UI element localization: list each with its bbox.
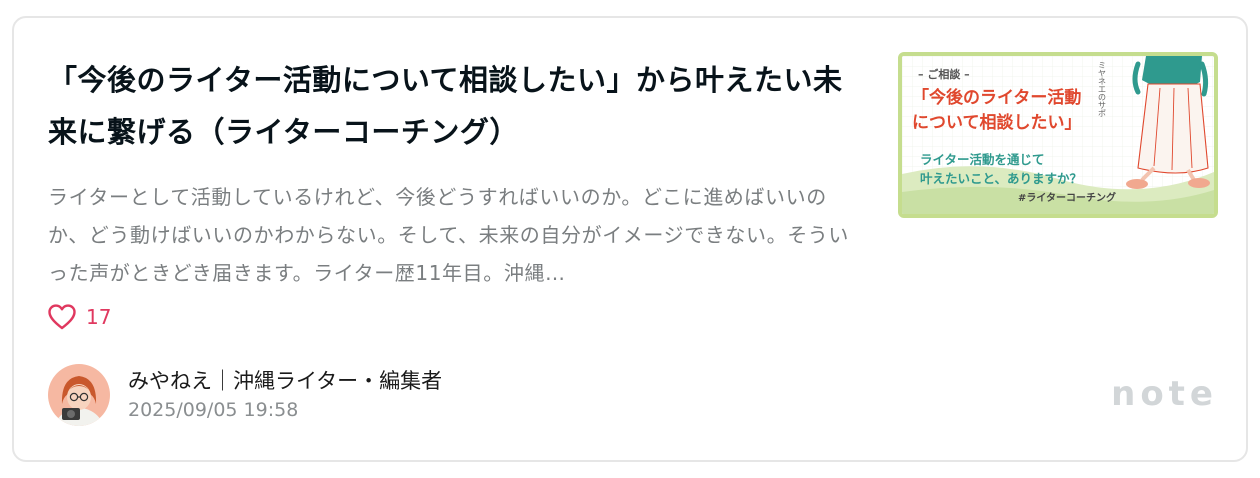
thumb-small-label: – ご相談 – [918, 68, 970, 81]
thumb-headline-line2: について相談したい」 [912, 113, 1082, 133]
thumb-vertical-text: ミヤネエのサポ [1098, 61, 1106, 118]
heart-icon[interactable] [48, 304, 76, 330]
author-name[interactable]: みやねえ｜沖縄ライター・編集者 [128, 366, 442, 396]
article-thumbnail[interactable]: – ご相談 – 「今後のライター活動 について相談したい」 ライター活動を通じて… [898, 52, 1218, 218]
post-date: 2025/09/05 19:58 [128, 399, 299, 421]
article-title[interactable]: 「今後のライター活動について相談したい」から叶えたい未来に繋げる（ライターコーチ… [48, 54, 848, 158]
thumb-hashtag: #ライターコーチング [1018, 193, 1116, 204]
thumb-headline: 「今後のライター活動 について相談したい」 [912, 86, 1082, 136]
note-logo: note [1111, 374, 1218, 414]
like-button[interactable]: 17 [48, 302, 111, 332]
author-info[interactable]: みやねえ｜沖縄ライター・編集者 2025/09/05 19:58 [48, 364, 442, 426]
thumb-headline-line1: 「今後のライター活動 [912, 88, 1082, 108]
like-count: 17 [86, 305, 112, 329]
thumb-subtitle-line2: 叶えたいこと、ありますか？ [920, 171, 1083, 186]
article-card[interactable]: 「今後のライター活動について相談したい」から叶えたい未来に繋げる（ライターコーチ… [12, 16, 1248, 462]
thumb-subtitle: ライター活動を通じて 叶えたいこと、ありますか？ [920, 150, 1082, 188]
thumb-subtitle-line1: ライター活動を通じて [920, 152, 1045, 167]
article-excerpt: ライターとして活動しているけれど、今後どうすればいいのか。どこに進めばいいのか、… [48, 185, 849, 285]
author-avatar[interactable] [48, 364, 110, 426]
